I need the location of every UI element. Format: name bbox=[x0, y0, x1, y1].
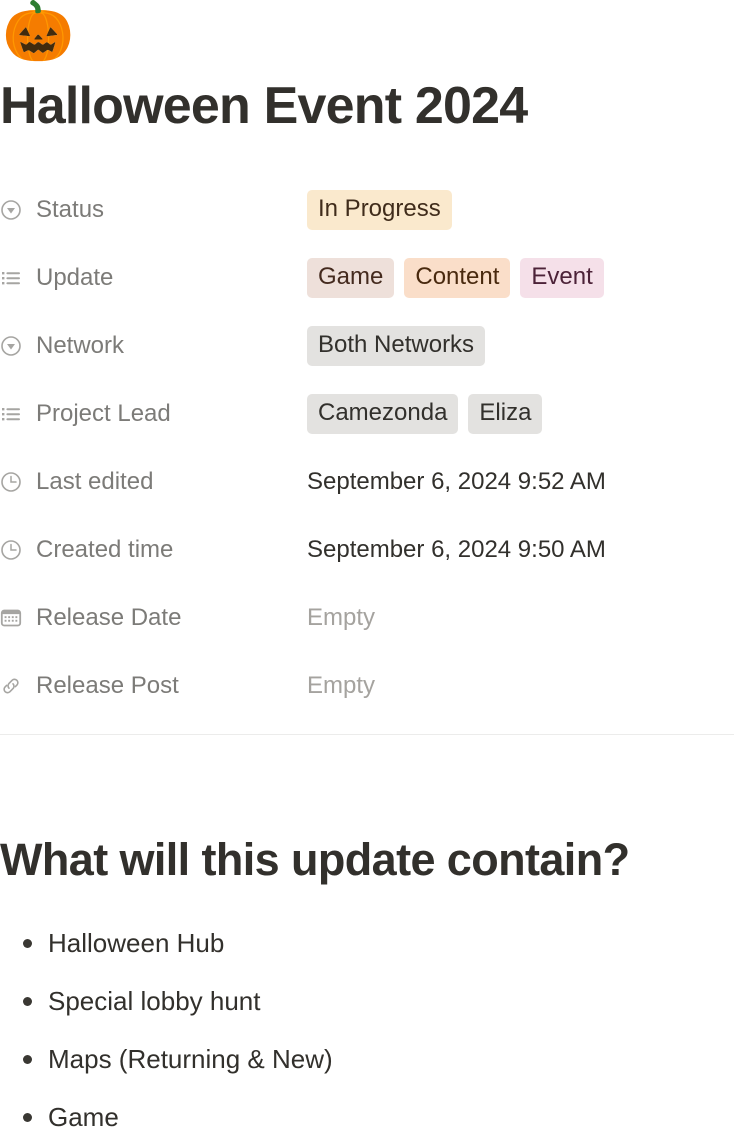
jack-o-lantern-icon[interactable]: 🎃 bbox=[2, 0, 74, 64]
property-row[interactable]: Release Post Empty bbox=[0, 652, 734, 720]
property-row[interactable]: Update Game Content Event bbox=[0, 244, 734, 312]
property-value-cell[interactable]: Camezonda Eliza bbox=[307, 394, 543, 434]
select-icon bbox=[0, 335, 22, 357]
property-value-empty[interactable]: Empty bbox=[307, 672, 375, 700]
list-item[interactable]: Special lobby hunt bbox=[0, 972, 734, 1030]
property-tag[interactable]: Eliza bbox=[468, 394, 543, 434]
property-tag[interactable]: Game bbox=[307, 258, 395, 298]
property-value-cell[interactable]: September 6, 2024 9:50 AM bbox=[307, 536, 606, 564]
property-label-cell[interactable]: Release Date bbox=[0, 604, 307, 632]
property-value-cell[interactable]: Empty bbox=[307, 672, 375, 700]
list-item-label: Game bbox=[48, 1102, 119, 1132]
property-value-empty[interactable]: Empty bbox=[307, 604, 375, 632]
property-label: Status bbox=[36, 196, 105, 223]
property-tag[interactable]: Event bbox=[520, 258, 604, 298]
property-label: Last edited bbox=[36, 468, 154, 495]
list-item-label: Maps (Returning & New) bbox=[48, 1044, 333, 1074]
multi-select-icon bbox=[0, 403, 22, 425]
property-value-cell[interactable]: Game Content Event bbox=[307, 258, 604, 298]
property-row[interactable]: Last edited September 6, 2024 9:52 AM bbox=[0, 448, 734, 516]
section-heading[interactable]: What will this update contain? bbox=[0, 830, 630, 890]
property-row[interactable]: Created time September 6, 2024 9:50 AM bbox=[0, 516, 734, 584]
list-item-label: Special lobby hunt bbox=[48, 986, 261, 1016]
list-item[interactable]: Halloween Hub bbox=[0, 914, 734, 972]
bullet-dot-icon bbox=[14, 938, 40, 948]
list-item[interactable]: Maps (Returning & New) bbox=[0, 1030, 734, 1088]
property-list: Status In Progress Update Game Content Event N… bbox=[0, 176, 734, 720]
property-label-cell[interactable]: Status bbox=[0, 196, 307, 224]
clock-icon bbox=[0, 539, 22, 561]
list-item-label: Halloween Hub bbox=[48, 928, 225, 958]
bulleted-list: Halloween Hub Special lobby hunt Maps (Ret… bbox=[0, 914, 734, 1146]
property-label: Network bbox=[36, 332, 125, 359]
property-value-cell[interactable]: Both Networks bbox=[307, 326, 486, 366]
property-label: Release Date bbox=[36, 604, 182, 631]
property-row[interactable]: Project Lead Camezonda Eliza bbox=[0, 380, 734, 448]
bullet-dot-icon bbox=[14, 1112, 40, 1122]
property-value-cell[interactable]: Empty bbox=[307, 604, 375, 632]
section-divider bbox=[0, 734, 734, 735]
property-label-cell[interactable]: Project Lead bbox=[0, 400, 307, 428]
property-tag[interactable]: In Progress bbox=[307, 190, 452, 230]
calendar-icon bbox=[0, 607, 22, 629]
list-item[interactable]: Game bbox=[0, 1088, 734, 1146]
property-label: Release Post bbox=[36, 672, 179, 699]
clock-icon bbox=[0, 471, 22, 493]
property-label-cell[interactable]: Update bbox=[0, 264, 307, 292]
notion-page: 🎃 Halloween Event 2024 Status In Progress… bbox=[0, 0, 734, 1136]
page-title[interactable]: Halloween Event 2024 bbox=[0, 74, 528, 138]
property-row[interactable]: Status In Progress bbox=[0, 176, 734, 244]
property-row[interactable]: Network Both Networks bbox=[0, 312, 734, 380]
property-tag[interactable]: Both Networks bbox=[307, 326, 486, 366]
property-label: Update bbox=[36, 264, 114, 291]
property-value-cell[interactable]: In Progress bbox=[307, 190, 452, 230]
property-value-cell[interactable]: September 6, 2024 9:52 AM bbox=[307, 468, 606, 496]
property-value-text: September 6, 2024 9:52 AM bbox=[307, 468, 606, 495]
select-icon bbox=[0, 199, 22, 221]
property-value-text: September 6, 2024 9:50 AM bbox=[307, 536, 606, 563]
property-tag[interactable]: Camezonda bbox=[307, 394, 459, 434]
property-label-cell[interactable]: Created time bbox=[0, 536, 307, 564]
property-row[interactable]: Release Date Empty bbox=[0, 584, 734, 652]
property-label: Project Lead bbox=[36, 400, 171, 427]
bullet-dot-icon bbox=[14, 996, 40, 1006]
property-label-cell[interactable]: Release Post bbox=[0, 672, 307, 700]
multi-select-icon bbox=[0, 267, 22, 289]
property-tag[interactable]: Content bbox=[404, 258, 511, 298]
property-label: Created time bbox=[36, 536, 174, 563]
bullet-dot-icon bbox=[14, 1054, 40, 1064]
property-label-cell[interactable]: Network bbox=[0, 332, 307, 360]
property-label-cell[interactable]: Last edited bbox=[0, 468, 307, 496]
link-icon bbox=[0, 675, 22, 697]
